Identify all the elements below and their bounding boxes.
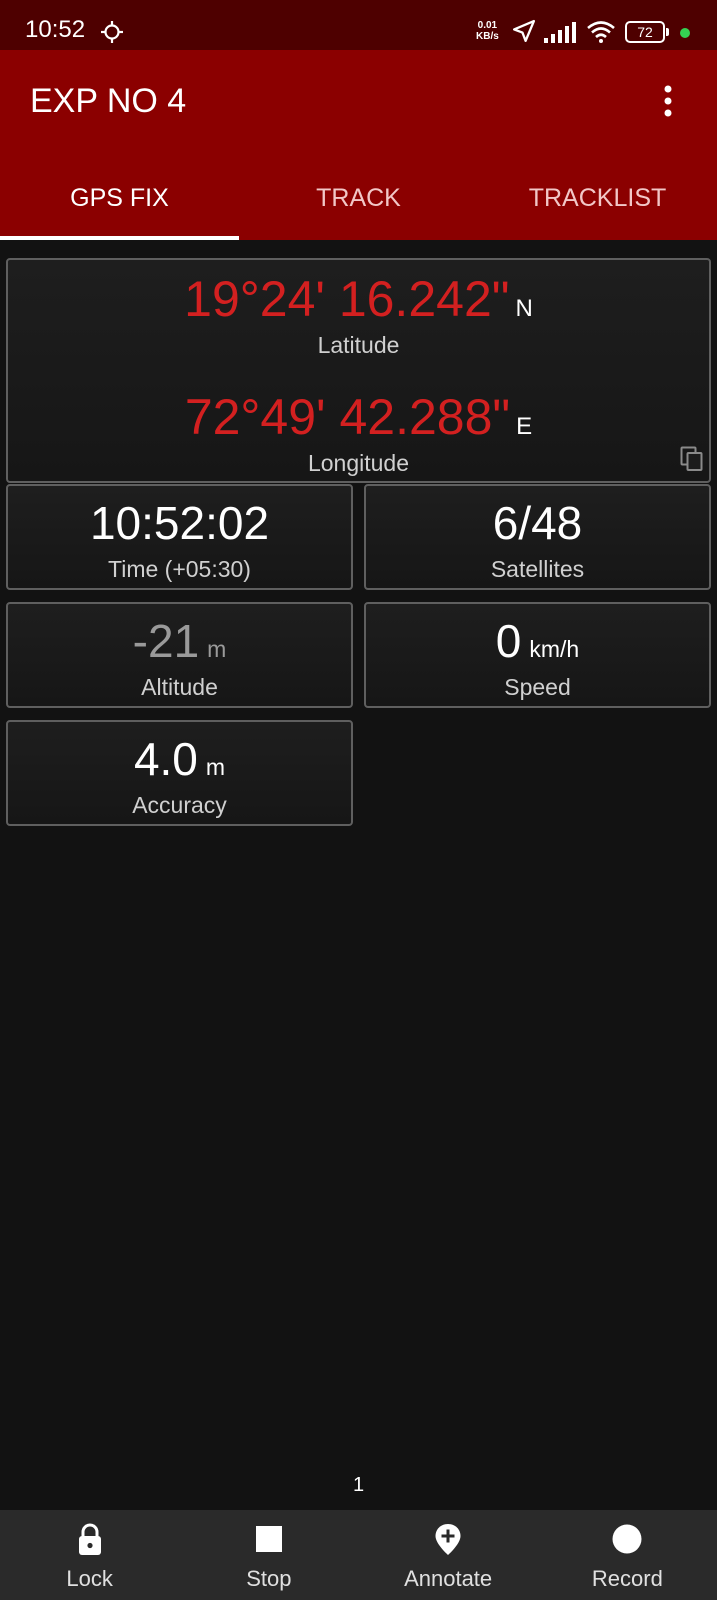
accuracy-unit: m [205, 754, 226, 780]
accuracy-value-row: 4.0 m [8, 732, 351, 786]
lock-icon [78, 1523, 101, 1555]
tab-track[interactable]: TRACK [239, 160, 478, 240]
speed-label: Speed [504, 674, 571, 700]
accuracy-card: 4.0 m Accuracy [6, 720, 353, 826]
more-options-icon[interactable] [662, 84, 674, 118]
latitude-value: 19°24' 16.242" [184, 271, 510, 327]
network-speed-value: 0.01 [477, 20, 498, 31]
speed-value: 0 [495, 615, 522, 667]
speed-value-row: 0 km/h [366, 614, 709, 668]
stop-button[interactable]: Stop [179, 1510, 358, 1600]
status-bar: 10:52 0.01 KB/s 72 [0, 0, 717, 50]
accuracy-value: 4.0 [133, 733, 198, 785]
altitude-unit: m [207, 636, 227, 662]
speed-unit: km/h [529, 636, 580, 662]
time-label: Time (+05:30) [108, 556, 251, 582]
longitude-row: 72°49' 42.288" E [8, 388, 709, 446]
privacy-indicator-dot [680, 28, 690, 38]
satellites-card: 6/48 Satellites [364, 484, 711, 590]
latitude-label: Latitude [317, 332, 400, 358]
tab-tracklist[interactable]: TRACKLIST [478, 160, 717, 240]
network-speed: 0.01 KB/s [476, 20, 499, 42]
time-card: 10:52:02 Time (+05:30) [6, 484, 353, 590]
accuracy-label: Accuracy [132, 792, 227, 818]
altitude-value-row: -21 m [8, 614, 351, 668]
lock-label: Lock [66, 1566, 113, 1591]
lock-button[interactable]: Lock [0, 1510, 179, 1600]
record-button[interactable]: Record [538, 1510, 717, 1600]
altitude-label: Altitude [141, 674, 218, 700]
gps-status-icon [101, 21, 123, 43]
record-icon [612, 1524, 642, 1554]
tab-bar: GPS FIX TRACK TRACKLIST [0, 160, 717, 240]
battery-tip [666, 28, 669, 36]
active-tab-indicator [0, 236, 239, 240]
network-speed-unit: KB/s [476, 31, 499, 42]
status-time: 10:52 [25, 16, 86, 43]
app-title: EXP NO 4 [30, 82, 187, 120]
record-label: Record [591, 1566, 663, 1591]
longitude-hemisphere: E [516, 413, 533, 440]
stop-icon [255, 1526, 282, 1552]
copy-icon[interactable] [680, 446, 704, 472]
battery-level: 72 [625, 21, 665, 43]
altitude-value: -21 [132, 615, 200, 667]
tab-gps-fix[interactable]: GPS FIX [0, 160, 239, 240]
cell-signal-icon [544, 22, 576, 43]
annotate-button[interactable]: Annotate [359, 1510, 538, 1600]
app-bar: EXP NO 4 GPS FIX TRACK TRACKLIST [0, 50, 717, 240]
speed-card: 0 km/h Speed [364, 602, 711, 708]
longitude-value: 72°49' 42.288" [184, 389, 511, 445]
altitude-card: -21 m Altitude [6, 602, 353, 708]
satellites-value: 6/48 [492, 497, 583, 549]
location-arrow-icon [512, 19, 536, 43]
time-value: 10:52:02 [89, 497, 270, 549]
latitude-hemisphere: N [515, 295, 533, 322]
page-number: 1 [352, 1474, 365, 1496]
bottom-action-bar: Lock Stop Annotate Record [0, 1510, 717, 1600]
annotate-label: Annotate [404, 1566, 493, 1591]
stop-label: Stop [246, 1566, 292, 1591]
satellites-label: Satellites [490, 556, 585, 582]
latitude-row: 19°24' 16.242" N [8, 270, 709, 328]
coordinates-card: 19°24' 16.242" N Latitude 72°49' 42.288" E… [6, 258, 711, 483]
wifi-icon [587, 21, 615, 43]
battery-icon: 72 [625, 21, 669, 43]
add-location-icon [435, 1524, 461, 1555]
longitude-label: Longitude [307, 450, 410, 476]
